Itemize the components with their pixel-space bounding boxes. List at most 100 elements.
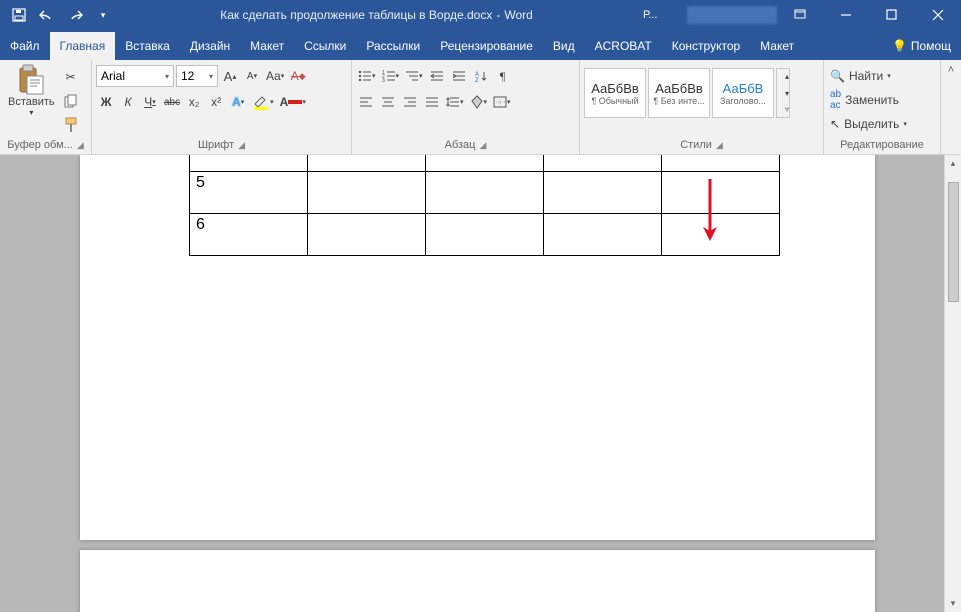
tab-table-design[interactable]: Конструктор [662,32,750,60]
scroll-track[interactable] [945,172,961,595]
styles-up[interactable]: ▴ [777,69,797,84]
red-arrow-annotation [700,177,720,245]
styles-more[interactable]: ▿ [777,102,797,117]
group-styles-label: Стили [680,139,712,151]
style-heading1[interactable]: АаБбВЗаголово... [712,68,774,118]
tab-home[interactable]: Главная [50,32,116,60]
clipboard-icon [15,64,47,96]
save-button[interactable] [6,2,32,28]
cursor-icon: ↖ [830,117,840,131]
replace-icon: abac [830,89,841,111]
ribbon-options-icon[interactable] [777,0,823,30]
italic-button[interactable]: К [118,91,138,113]
change-case-button[interactable]: Aa▾ [264,65,286,87]
numbering-button[interactable]: 123▾ [380,65,402,87]
subscript-button[interactable]: x₂ [184,91,204,113]
svg-text:Z: Z [475,78,479,82]
para-launcher[interactable]: ◢ [479,140,486,151]
cell[interactable]: 6 [190,213,308,255]
tab-design[interactable]: Дизайн [180,32,240,60]
document-viewport[interactable]: 5 6 7 8 ▴ ▾ [0,155,961,612]
vertical-scrollbar[interactable]: ▴ ▾ [944,155,961,612]
strike-button[interactable]: abc [162,91,182,113]
group-clipboard-label: Буфер обм... [7,139,73,151]
account-blur [687,6,777,24]
account-name[interactable]: Р... [637,9,687,21]
collapse-ribbon-button[interactable]: ˄ [941,60,961,154]
maximize-button[interactable] [869,0,915,30]
qat-customize[interactable]: ▾ [90,2,116,28]
paste-label: Вставить [8,96,55,108]
style-nospacing[interactable]: АаБбВв¶ Без инте... [648,68,710,118]
copy-button[interactable] [61,90,81,112]
indent-dec-button[interactable] [427,65,447,87]
cell[interactable]: 5 [190,171,308,213]
align-right-button[interactable] [400,91,420,113]
scroll-down-button[interactable]: ▾ [945,595,961,612]
paste-button[interactable]: Вставить ▾ [4,62,59,119]
replace-button[interactable]: abacЗаменить [828,89,909,111]
align-left-button[interactable] [356,91,376,113]
svg-text:3: 3 [382,78,385,82]
tell-me[interactable]: 💡Помощ [882,32,961,60]
tab-view[interactable]: Вид [543,32,585,60]
table-row[interactable]: 5 [190,171,780,213]
styles-launcher[interactable]: ◢ [716,140,723,151]
indent-inc-button[interactable] [449,65,469,87]
font-name-select[interactable]: Arial▾ [96,65,174,87]
find-button[interactable]: 🔍Найти▾ [828,65,909,87]
align-center-button[interactable] [378,91,398,113]
tab-insert[interactable]: Вставка [115,32,180,60]
tab-acrobat[interactable]: ACROBAT [585,32,662,60]
tab-review[interactable]: Рецензирование [430,32,543,60]
table-row[interactable] [190,155,780,171]
font-color-button[interactable]: A▾ [278,91,308,113]
shrink-font-button[interactable]: A▾ [242,65,262,87]
undo-button[interactable] [34,2,60,28]
group-font-label: Шрифт [198,139,234,151]
tab-references[interactable]: Ссылки [294,32,356,60]
group-editing-label: Редактирование [840,139,924,151]
multilevel-button[interactable]: ▾ [403,65,425,87]
tab-mailings[interactable]: Рассылки [356,32,430,60]
sort-button[interactable]: AZ [471,65,491,87]
page-1: 5 6 [80,155,875,540]
highlight-button[interactable]: ▾ [250,91,276,113]
search-icon: 🔍 [830,69,845,83]
scroll-thumb[interactable] [948,182,959,302]
borders-button[interactable]: ▾ [491,91,513,113]
table-1[interactable]: 5 6 [189,155,780,256]
align-justify-button[interactable] [422,91,442,113]
redo-button[interactable] [62,2,88,28]
underline-button[interactable]: Ч▾ [140,91,160,113]
cut-button[interactable]: ✂ [61,66,81,88]
page-2: 7 8 [80,550,875,612]
tab-layout[interactable]: Макет [240,32,294,60]
close-button[interactable] [915,0,961,30]
style-normal[interactable]: АаБбВв¶ Обычный [584,68,646,118]
styles-down[interactable]: ▾ [777,86,797,101]
minimize-button[interactable] [823,0,869,30]
format-painter-button[interactable] [61,114,81,136]
scroll-up-button[interactable]: ▴ [945,155,961,172]
text-effects-button[interactable]: A▾ [228,91,248,113]
group-paragraph-label: Абзац [445,139,476,151]
shading-button[interactable]: ▾ [468,91,490,113]
scissors-icon: ✂ [66,70,76,84]
clear-format-button[interactable]: A◆ [288,65,308,87]
tab-table-layout[interactable]: Макет [750,32,804,60]
superscript-button[interactable]: x² [206,91,226,113]
clipboard-launcher[interactable]: ◢ [77,140,84,151]
font-size-select[interactable]: 12▾ [176,65,218,87]
bullets-button[interactable]: ▾ [356,65,378,87]
window-title: Как сделать продолжение таблицы в Ворде.… [116,8,637,22]
line-spacing-button[interactable]: ▾ [444,91,466,113]
select-button[interactable]: ↖Выделить▾ [828,113,909,135]
bulb-icon: 💡 [892,39,907,53]
font-launcher[interactable]: ◢ [238,140,245,151]
show-marks-button[interactable]: ¶ [493,65,513,87]
tab-file[interactable]: Файл [0,32,50,60]
grow-font-button[interactable]: A▴ [220,65,240,87]
bold-button[interactable]: Ж [96,91,116,113]
table-row[interactable]: 6 [190,213,780,255]
